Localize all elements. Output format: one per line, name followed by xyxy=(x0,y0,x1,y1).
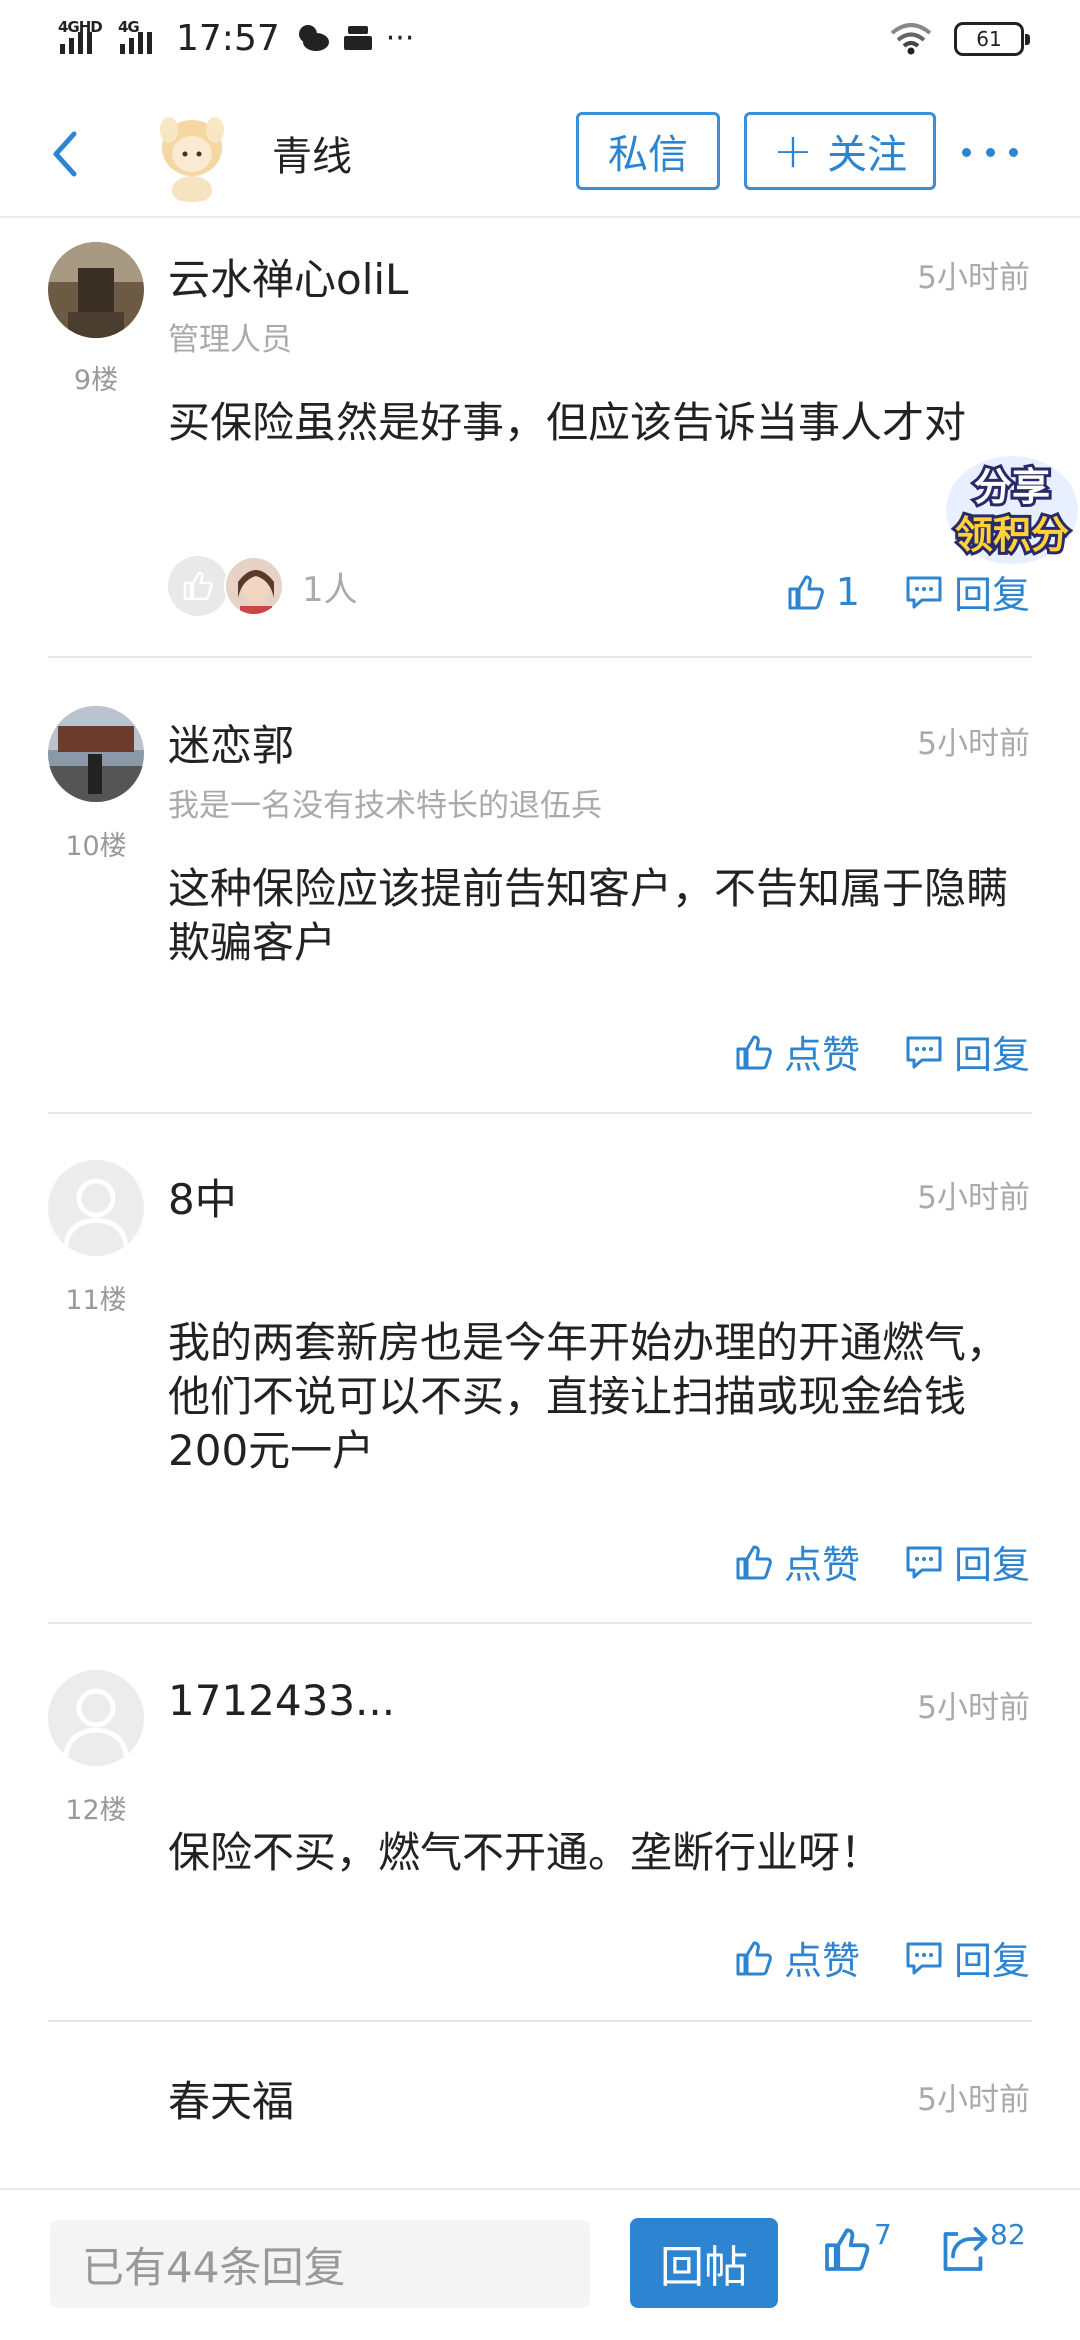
thumbs-up-icon xyxy=(788,575,824,609)
like-button[interactable]: 点赞 xyxy=(734,1930,860,1985)
post-reply-button[interactable]: 回帖 xyxy=(630,2218,778,2308)
battery-icon: 61 xyxy=(954,22,1030,56)
commenter-avatar[interactable] xyxy=(48,706,144,802)
comment-icon xyxy=(906,1942,942,1974)
share-for-points-badge[interactable]: 分享 领积分 xyxy=(930,450,1080,570)
private-message-button[interactable]: 私信 xyxy=(576,112,720,190)
commenter-name[interactable]: 云水禅心oliL xyxy=(168,246,408,307)
comment-item: 11楼 8中 5小时前 我的两套新房也是今年开始办理的开通燃气，他们不说可以不买… xyxy=(0,1114,1080,1624)
reply-input[interactable]: 已有44条回复 xyxy=(50,2220,590,2308)
liker-avatar[interactable] xyxy=(224,556,284,616)
reply-input-placeholder: 已有44条回复 xyxy=(82,2242,346,2292)
comment-text: 保险不买，燃气不开通。垄断行业呀！ xyxy=(168,1828,883,1877)
reply-label: 回复 xyxy=(953,1033,1030,1077)
reply-button[interactable]: 回复 xyxy=(904,564,1030,619)
default-avatar-icon[interactable] xyxy=(48,1160,144,1256)
comment-actions: 点赞 回复 xyxy=(734,1930,1030,1985)
signal-icon-4ghd: 4GHD xyxy=(58,16,110,60)
commenter-role: 管理人员 xyxy=(168,322,292,358)
status-bar: 4GHD 4G 17:57 ··· 61 xyxy=(0,0,1080,84)
floor-number: 12楼 xyxy=(65,1795,127,1826)
share-badge-line2: 领积分 xyxy=(955,513,1069,557)
post-reply-label: 回帖 xyxy=(660,2242,748,2293)
author-avatar[interactable] xyxy=(142,102,242,202)
comment-icon xyxy=(906,1036,942,1068)
more-options-button[interactable] xyxy=(962,140,1018,164)
default-avatar-icon[interactable] xyxy=(48,1670,144,1766)
comment-actions: 点赞 回复 xyxy=(734,1024,1030,1079)
like-count: 1 xyxy=(835,569,860,614)
comment-time: 5小时前 xyxy=(917,260,1030,296)
comment-time: 5小时前 xyxy=(917,2082,1030,2118)
thumbs-up-icon xyxy=(825,2228,870,2271)
comment-time: 5小时前 xyxy=(917,1180,1030,1216)
chevron-left-icon xyxy=(53,131,77,177)
floor-number: 10楼 xyxy=(65,831,127,862)
follow-label: 关注 xyxy=(827,132,908,178)
post-like-count: 7 xyxy=(874,2218,892,2251)
bottom-reply-bar: 已有44条回复 回帖 7 82 xyxy=(0,2188,1080,2340)
reply-label: 回复 xyxy=(953,573,1030,617)
comment-item: 春天福 5小时前 xyxy=(0,2022,1080,2188)
comment-icon xyxy=(906,576,942,608)
floor-number: 9楼 xyxy=(73,365,119,396)
more-notifications-icon: ··· xyxy=(385,20,415,56)
comment-actions: 1 回复 xyxy=(786,564,1030,619)
like-label: 点赞 xyxy=(783,1543,860,1587)
comment-time: 5小时前 xyxy=(917,1690,1030,1726)
post-like-button[interactable]: 7 xyxy=(822,2218,892,2274)
comment-text: 这种保险应该提前告知客户，不告知属于隐瞒欺骗客户 xyxy=(168,864,1009,967)
share-button[interactable]: 82 xyxy=(938,2218,1026,2274)
signal-icon-4g: 4G xyxy=(118,16,158,60)
comment-item: 10楼 迷恋郭 5小时前 我是一名没有技术特长的退伍兵 这种保险应该提前告知客户… xyxy=(0,660,1080,1114)
like-button[interactable]: 点赞 xyxy=(734,1024,860,1079)
clock: 17:57 xyxy=(176,17,280,59)
comment-actions: 点赞 回复 xyxy=(734,1534,1030,1589)
thumbs-up-icon xyxy=(168,556,228,616)
commenter-name[interactable]: 春天福 xyxy=(168,2068,294,2129)
share-icon xyxy=(943,2227,988,2271)
commenter-name[interactable]: 1712433... xyxy=(168,1676,395,1725)
back-button[interactable] xyxy=(44,124,94,184)
like-label: 点赞 xyxy=(783,1939,860,1983)
reply-label: 回复 xyxy=(953,1939,1030,1983)
thumbs-up-icon xyxy=(736,1545,772,1579)
comment-time: 5小时前 xyxy=(917,726,1030,762)
follow-button[interactable]: + 关注 xyxy=(744,112,936,190)
like-button[interactable]: 点赞 xyxy=(734,1534,860,1589)
reply-label: 回复 xyxy=(953,1543,1030,1587)
author-name[interactable]: 青线 xyxy=(272,124,352,182)
likers-list[interactable]: 1人 xyxy=(168,556,358,616)
weather-icon xyxy=(298,25,329,51)
comment-item: 9楼 云水禅心oliL 5小时前 管理人员 买保险虽然是好事，但应该告诉当事人才… xyxy=(0,218,1080,658)
floor-number: 11楼 xyxy=(65,1285,127,1316)
comment-text: 我的两套新房也是今年开始办理的开通燃气，他们不说可以不买，直接让扫描或现金给钱2… xyxy=(168,1318,1009,1475)
reply-button[interactable]: 回复 xyxy=(904,1930,1030,1985)
wifi-icon xyxy=(890,23,932,55)
divider xyxy=(48,656,1032,658)
comment-item: 12楼 1712433... 5小时前 保险不买，燃气不开通。垄断行业呀！ 点赞… xyxy=(0,1624,1080,2022)
like-label: 点赞 xyxy=(783,1033,860,1077)
comment-icon xyxy=(906,1546,942,1578)
drive-icon xyxy=(343,26,372,50)
commenter-name[interactable]: 迷恋郭 xyxy=(168,712,294,773)
post-header: 青线 私信 + 关注 xyxy=(0,84,1080,218)
like-button[interactable]: 1 xyxy=(786,570,860,614)
commenter-name[interactable]: 8中 xyxy=(168,1166,237,1227)
share-badge-line1: 分享 xyxy=(974,465,1050,509)
commenter-avatar[interactable] xyxy=(48,242,144,338)
likers-count: 1人 xyxy=(302,569,358,610)
commenter-role: 我是一名没有技术特长的退伍兵 xyxy=(168,788,602,824)
share-count: 82 xyxy=(990,2218,1026,2251)
comment-text: 买保险虽然是好事，但应该告诉当事人才对 xyxy=(168,398,967,447)
plus-icon: + xyxy=(772,123,814,179)
reply-button[interactable]: 回复 xyxy=(904,1534,1030,1589)
battery-level: 61 xyxy=(976,27,1002,51)
thumbs-up-icon xyxy=(736,1941,772,1975)
reply-button[interactable]: 回复 xyxy=(904,1024,1030,1079)
thumbs-up-icon xyxy=(736,1035,772,1069)
private-message-label: 私信 xyxy=(608,132,688,178)
